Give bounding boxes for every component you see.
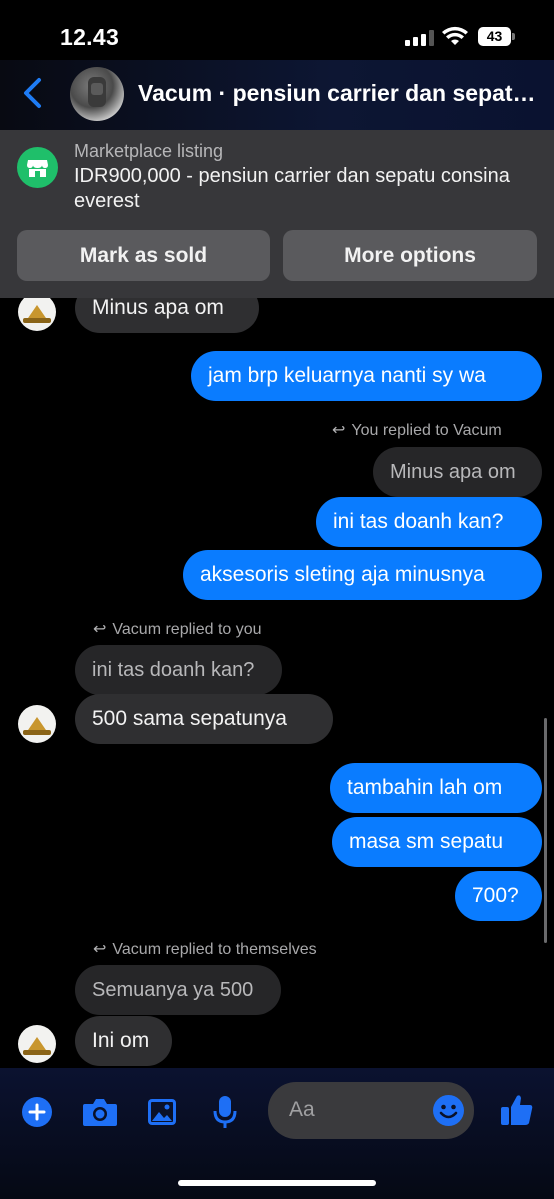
wifi-icon — [442, 26, 468, 45]
quoted-message[interactable]: ini tas doanh kan? — [75, 645, 282, 695]
message-thread[interactable]: Minus apa om jam brp keluarnya nanti sy … — [0, 298, 554, 1068]
storefront-icon — [17, 147, 58, 188]
status-time: 12.43 — [60, 24, 120, 50]
quoted-message[interactable]: Semuanya ya 500 — [75, 965, 281, 1015]
status-bar: 12.43 43 — [0, 0, 554, 60]
reply-context-text: You replied to Vacum — [351, 422, 502, 439]
vacum-avatar[interactable] — [18, 705, 56, 743]
reply-context: ↩ You replied to Vacum — [332, 420, 502, 440]
marketplace-listing-panel: Marketplace listing IDR900,000 - pensiun… — [0, 130, 554, 298]
cellular-signal-icon — [405, 30, 435, 46]
message-composer: Aa — [0, 1068, 554, 1199]
vacum-avatar[interactable] — [18, 1025, 56, 1063]
message-outgoing[interactable]: aksesoris sleting aja minusnya — [183, 550, 542, 600]
camera-icon[interactable] — [81, 1096, 119, 1128]
quoted-message[interactable]: Minus apa om — [373, 447, 542, 497]
vacum-avatar[interactable] — [18, 298, 56, 331]
battery-icon: 43 — [478, 27, 516, 47]
reply-context-text: Vacum replied to you — [112, 621, 262, 638]
mark-as-sold-button[interactable]: Mark as sold — [17, 230, 270, 281]
message-outgoing[interactable]: tambahin lah om — [330, 763, 542, 813]
reply-context: ↩ Vacum replied to themselves — [93, 939, 317, 959]
conversation-header: Vacum · pensiun carrier dan sepatu consi… — [0, 60, 554, 130]
microphone-icon[interactable] — [212, 1094, 238, 1130]
gallery-icon[interactable] — [146, 1096, 178, 1128]
reply-arrow-icon: ↩ — [332, 422, 346, 439]
battery-level: 43 — [478, 27, 511, 46]
seller-avatar[interactable] — [70, 67, 124, 121]
back-chevron-icon[interactable] — [20, 76, 46, 110]
message-outgoing[interactable]: masa sm sepatu — [332, 817, 542, 867]
home-indicator — [178, 1180, 376, 1186]
listing-title[interactable]: IDR900,000 - pensiun carrier dan sepatu … — [74, 164, 514, 214]
conversation-title[interactable]: Vacum · pensiun carrier dan sepatu consi… — [138, 80, 538, 107]
emoji-icon[interactable] — [432, 1094, 465, 1127]
reply-context-text: Vacum replied to themselves — [112, 941, 317, 958]
scrollbar[interactable] — [544, 718, 547, 943]
reply-arrow-icon: ↩ — [93, 941, 107, 958]
message-incoming[interactable]: Minus apa om — [75, 298, 259, 333]
message-input-placeholder: Aa — [289, 1098, 315, 1121]
message-incoming[interactable]: Ini om — [75, 1016, 172, 1066]
message-incoming[interactable]: 500 sama sepatunya — [75, 694, 333, 744]
thumbs-up-icon[interactable] — [499, 1092, 535, 1128]
more-options-button[interactable]: More options — [283, 230, 537, 281]
message-outgoing[interactable]: 700? — [455, 871, 542, 921]
plus-icon[interactable] — [21, 1096, 53, 1128]
reply-arrow-icon: ↩ — [93, 621, 107, 638]
message-input[interactable]: Aa — [268, 1082, 474, 1139]
marketplace-caption: Marketplace listing — [74, 141, 224, 161]
reply-context: ↩ Vacum replied to you — [93, 619, 262, 639]
message-outgoing[interactable]: ini tas doanh kan? — [316, 497, 542, 547]
message-outgoing[interactable]: jam brp keluarnya nanti sy wa — [191, 351, 542, 401]
